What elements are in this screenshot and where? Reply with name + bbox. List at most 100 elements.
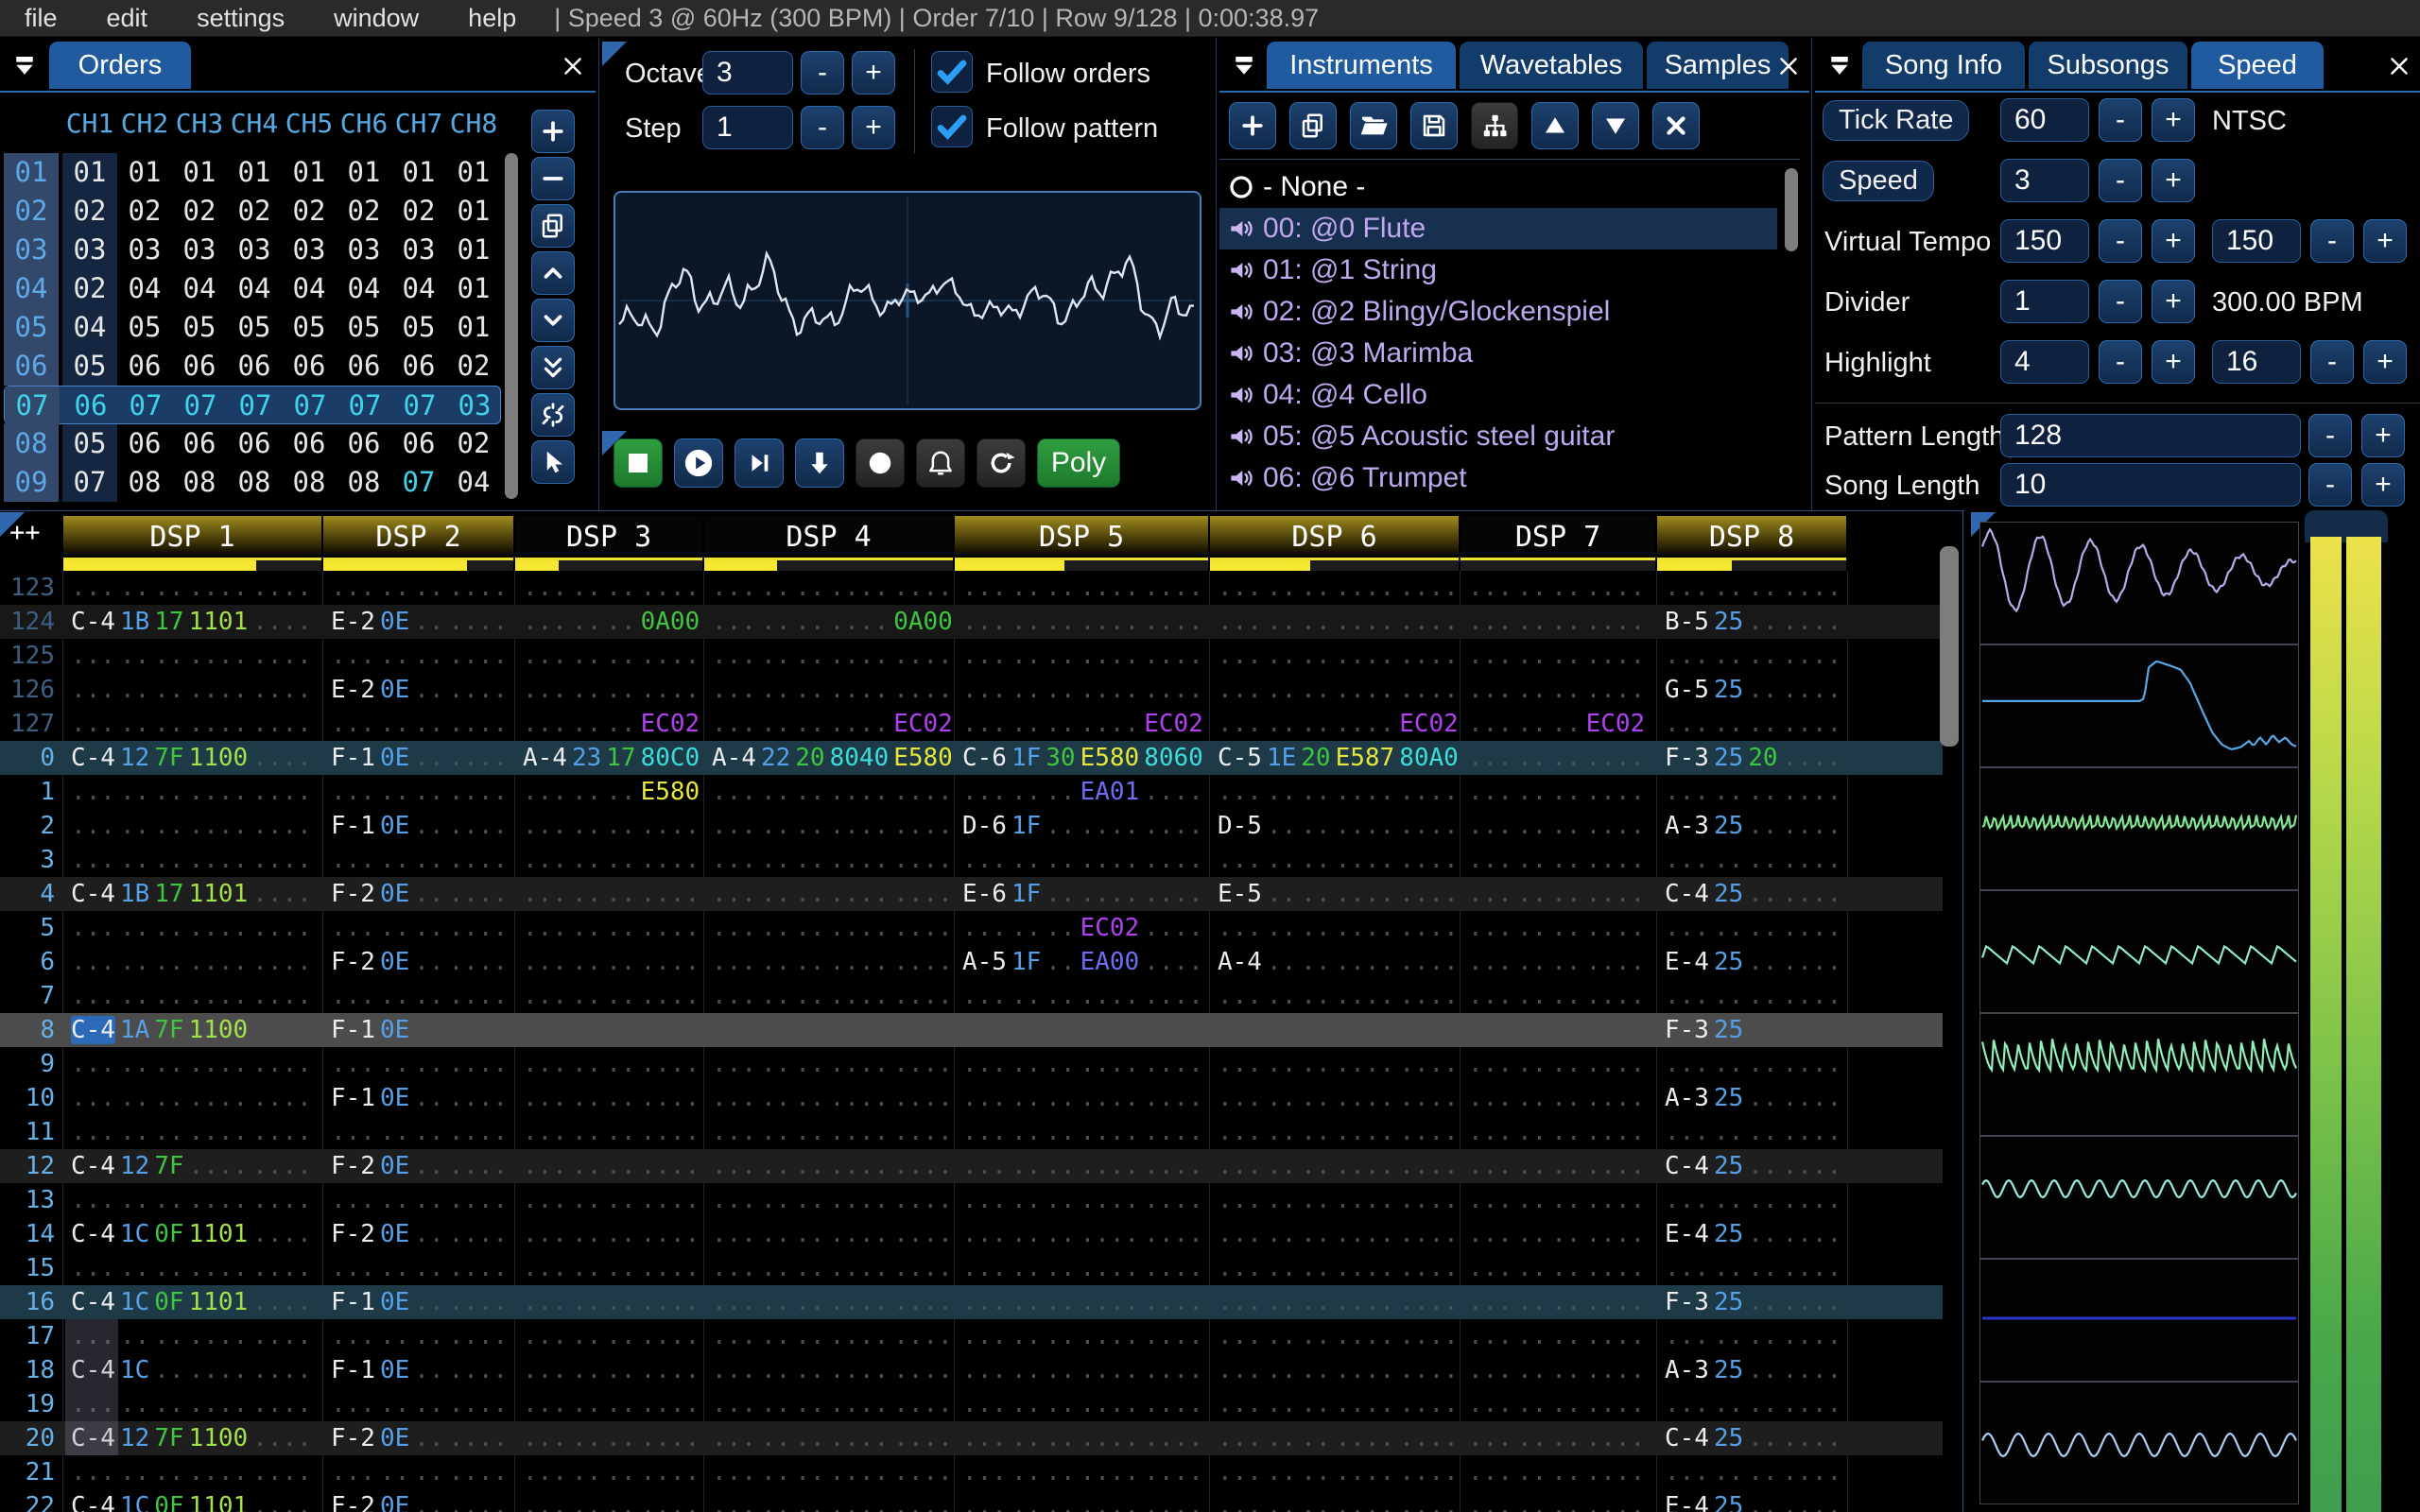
pattern-cell[interactable]: ............... xyxy=(71,639,317,673)
pattern-cell[interactable]: ........... xyxy=(1468,1149,1650,1183)
pattern-cell[interactable]: ........... xyxy=(1665,1251,1846,1285)
pattern-cell[interactable]: ............... xyxy=(962,1251,1208,1285)
highlight-second-increase-button[interactable]: + xyxy=(2363,340,2407,384)
order-cell[interactable]: 06 xyxy=(172,347,227,386)
pattern-cell[interactable]: ............... xyxy=(71,1455,317,1489)
pattern-cell[interactable]: ............... xyxy=(71,843,317,877)
pattern-cell[interactable]: ........... xyxy=(1665,1183,1846,1217)
metronome-button[interactable] xyxy=(916,438,965,488)
step-increase-button[interactable]: + xyxy=(852,106,895,149)
highlight-first-decrease-button[interactable]: - xyxy=(2099,340,2142,384)
pattern-cell[interactable]: ............... xyxy=(71,673,317,707)
pattern-cell[interactable]: ............... xyxy=(712,1489,958,1512)
order-cell[interactable]: 04 xyxy=(391,269,446,308)
pattern-cell[interactable]: ........... xyxy=(523,1149,704,1183)
step-input[interactable]: 1 xyxy=(702,106,793,149)
pattern-cell[interactable]: ............... xyxy=(712,1047,958,1081)
virtual-tempo-den-increase-button[interactable]: + xyxy=(2363,219,2407,263)
close-icon[interactable] xyxy=(1772,49,1806,83)
pattern-cell[interactable]: G-5 25...... xyxy=(1665,673,1846,707)
pattern-cell[interactable]: ............... xyxy=(1218,1455,1463,1489)
follow-pattern-checkbox[interactable] xyxy=(931,106,973,147)
pattern-cell[interactable]: ............... xyxy=(962,1013,1208,1047)
menu-item-settings[interactable]: settings xyxy=(172,4,309,33)
order-cell[interactable]: 06 xyxy=(117,347,172,386)
order-cell[interactable]: 03 xyxy=(337,231,391,269)
pattern-cell[interactable]: C-4 25...... xyxy=(1665,1421,1846,1455)
pattern-cell[interactable]: ............... xyxy=(712,1081,958,1115)
order-cell[interactable]: 06 xyxy=(172,424,227,463)
divider-decrease-button[interactable]: - xyxy=(2099,280,2142,323)
order-cell[interactable]: 02 xyxy=(337,192,391,231)
pattern-cell[interactable]: ............... xyxy=(712,1285,958,1319)
speed-button[interactable]: Speed xyxy=(1823,161,1934,201)
order-cell[interactable]: 01 xyxy=(172,153,227,192)
orders-row[interactable]: 02 02 02 02 02 02 02 02 01 xyxy=(4,192,501,231)
pattern-cell[interactable]: ........... xyxy=(1468,741,1650,775)
order-cell[interactable]: 01 xyxy=(446,308,501,347)
order-cell[interactable]: 06 xyxy=(337,424,391,463)
menu-item-window[interactable]: window xyxy=(309,4,443,33)
pattern-cell[interactable]: ............... xyxy=(712,809,958,843)
pattern-cell[interactable]: ........... xyxy=(1468,1353,1650,1387)
pattern-cell[interactable]: ........... xyxy=(523,1455,704,1489)
pattern-cell[interactable]: F-2 0E...... xyxy=(331,877,512,911)
order-cell[interactable]: 02 xyxy=(446,424,501,463)
pattern-cell[interactable]: ............... xyxy=(962,1387,1208,1421)
order-cell[interactable]: 03 xyxy=(447,387,502,425)
order-cell[interactable]: 07 xyxy=(62,463,117,502)
order-cell[interactable]: 03 xyxy=(117,231,172,269)
pattern-cell[interactable]: ........... xyxy=(331,707,512,741)
order-cell[interactable]: 04 xyxy=(227,269,282,308)
tab-song-info[interactable]: Song Info xyxy=(1862,42,2025,89)
orders-row-number[interactable]: 01 xyxy=(4,153,59,192)
pattern-cell[interactable]: ............... xyxy=(1218,1183,1463,1217)
pattern-cell[interactable]: ........... xyxy=(523,1489,704,1512)
order-cell[interactable]: 04 xyxy=(172,269,227,308)
chevron-down-button[interactable] xyxy=(531,299,575,342)
pattern-cell[interactable]: B-5 25...... xyxy=(1665,605,1846,639)
pattern-cell[interactable]: ........... xyxy=(1468,945,1650,979)
tick-rate-decrease-button[interactable]: - xyxy=(2099,98,2142,142)
pattern-cell[interactable]: ........... xyxy=(1468,809,1650,843)
pattern-cell[interactable]: ............... xyxy=(1218,1217,1463,1251)
pattern-cell[interactable]: ........... xyxy=(331,1251,512,1285)
orders-row-number[interactable]: 06 xyxy=(4,347,59,386)
pattern-scrollbar[interactable] xyxy=(1940,546,1959,747)
menu-item-edit[interactable]: edit xyxy=(82,4,173,33)
orders-scrollbar[interactable] xyxy=(505,153,518,499)
pattern-cell[interactable]: A-4 23 17 80C0 xyxy=(523,741,704,775)
pattern-cell[interactable]: C-4 12 7F 1100.... xyxy=(71,741,317,775)
duplicate-button[interactable] xyxy=(531,204,575,248)
order-cell[interactable]: 01 xyxy=(337,153,391,192)
instrument-item[interactable]: 02: @2 Blingy/Glockenspiel xyxy=(1219,291,1777,333)
order-cell[interactable]: 07 xyxy=(283,387,337,425)
channel-header-3[interactable]: DSP 3 xyxy=(515,516,702,558)
octave-increase-button[interactable]: + xyxy=(852,51,895,94)
pattern-cell[interactable]: ........... xyxy=(523,1047,704,1081)
order-cell[interactable]: 02 xyxy=(117,192,172,231)
pattern-cell[interactable]: ........... xyxy=(1665,979,1846,1013)
pattern-cell[interactable]: ............... xyxy=(962,1183,1208,1217)
pattern-cell[interactable]: ........... xyxy=(1468,1421,1650,1455)
pattern-cell[interactable]: ............... xyxy=(962,1421,1208,1455)
speed-decrease-button[interactable]: - xyxy=(2099,159,2142,202)
pattern-cell[interactable]: ....... E580 xyxy=(523,775,704,809)
orders-row[interactable]: 03 03 03 03 03 03 03 03 01 xyxy=(4,231,501,269)
order-cell[interactable]: 06 xyxy=(227,347,282,386)
pattern-cell[interactable]: ............... xyxy=(1218,911,1463,945)
pattern-cell[interactable]: E-4 25...... xyxy=(1665,945,1846,979)
pattern-cell[interactable]: ........... xyxy=(331,1047,512,1081)
highlight-first-input[interactable]: 4 xyxy=(2000,340,2089,384)
order-cell[interactable]: 05 xyxy=(172,308,227,347)
pattern-cell[interactable]: ........... xyxy=(331,1387,512,1421)
orders-row[interactable]: 01 01 01 01 01 01 01 01 01 xyxy=(4,153,501,192)
pattern-cell[interactable]: E-6 1F.......... xyxy=(962,877,1208,911)
pattern-cell[interactable]: ........... EC02 xyxy=(1218,707,1463,741)
pattern-cell[interactable]: ........... xyxy=(523,1115,704,1149)
octave-decrease-button[interactable]: - xyxy=(801,51,844,94)
pattern-cell[interactable]: ............... xyxy=(712,1455,958,1489)
pattern-cell[interactable]: ........... xyxy=(523,843,704,877)
pattern-cell[interactable]: ........... xyxy=(523,1217,704,1251)
order-cell[interactable]: 03 xyxy=(62,231,117,269)
